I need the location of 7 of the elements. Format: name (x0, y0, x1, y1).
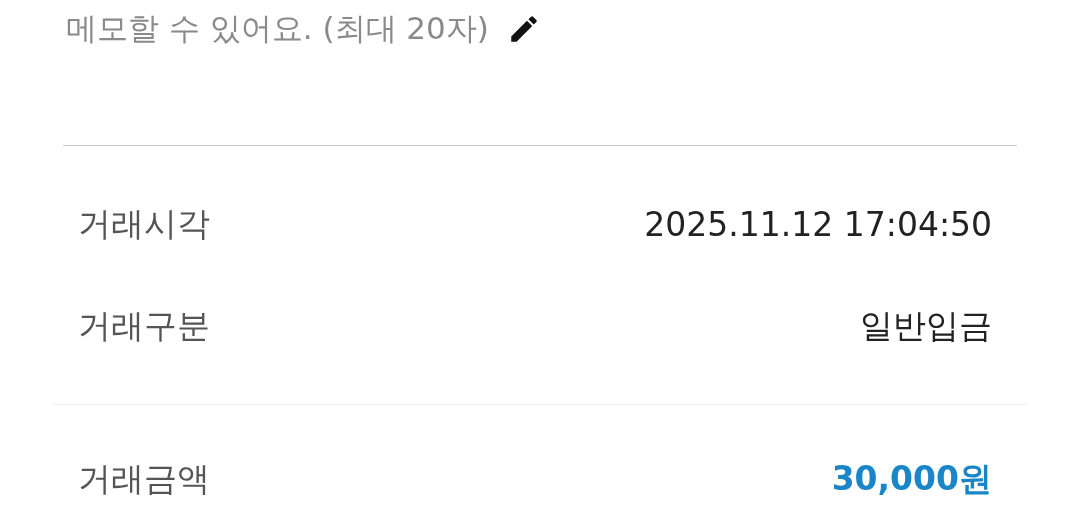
row-label: 거래금액 (78, 458, 210, 501)
memo-hint[interactable]: 메모할 수 있어요. (최대 20자) (66, 8, 489, 51)
row-label: 거래시각 (78, 203, 210, 246)
amount-value: 30,000원 (831, 458, 992, 501)
row-label: 거래구분 (78, 305, 210, 348)
row-value: 2025.11.12 17:04:50 (644, 205, 992, 245)
row-value: 일반입금 (860, 305, 992, 348)
